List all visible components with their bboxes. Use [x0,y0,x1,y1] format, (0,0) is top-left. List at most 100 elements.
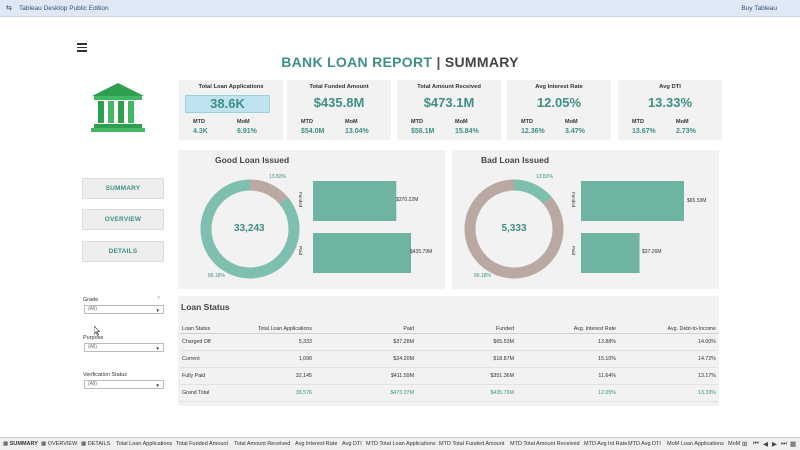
report-title-sub: SUMMARY [444,54,519,70]
table-cell: 5,333 [298,339,312,345]
table-grand-total-row[interactable]: Grand Total 38,576 $473.07M $435.76M 12.… [180,385,718,402]
tab-mtd-avg-dti[interactable]: MTD Avg DTI [628,441,661,447]
tab-details[interactable]: ▦ DETAILS [81,441,110,447]
column-header[interactable]: Paid [403,326,414,332]
tableau-logo-icon: ⇆ [6,5,12,12]
bad-loan-pct-major: 86.18% [474,273,491,279]
kpi-mtd-value: 4.3K [193,128,208,135]
tab-avg-interest-rate[interactable]: Avg Interest Rate [295,441,337,447]
column-header[interactable]: Loan Status [182,326,210,332]
filter-help-icon[interactable]: ? [157,296,160,302]
filter-select-grade[interactable]: (All) ▼ [84,305,164,314]
table-cell: Current [182,356,200,362]
tab-overview[interactable]: ▦ OVERVIEW [41,441,77,447]
column-header[interactable]: Avg. Interest Rate [574,326,616,332]
table-cell: Charged Off [182,339,211,345]
filter-select-verification-status[interactable]: (All) ▼ [84,380,164,389]
tab-total-loan-applications[interactable]: Total Loan Applications [116,441,172,447]
kpi-value: 38.6K [185,95,270,113]
tab-mom[interactable]: MoM [728,441,740,447]
table-cell: $37.28M [393,339,414,345]
loan-status-table: Loan Status Total Loan Applications Paid… [180,324,718,402]
column-header[interactable]: Funded [496,326,514,332]
table-cell: 12.05% [598,390,616,396]
kpi-mtd-label: MTD [521,119,533,125]
tab-total-funded-amount[interactable]: Total Funded Amount [176,441,228,447]
table-cell: $351.36M [490,373,514,379]
next-tab-icon[interactable]: ▶ [772,440,777,448]
tab-mtd-total-funded-amount[interactable]: MTD Total Funded Amount [439,441,504,447]
buy-tableau-link[interactable]: Buy Tableau [741,5,777,12]
kpi-title: Total Amount Received [417,84,481,90]
bad-loan-slice-bad[interactable] [513,179,552,205]
kpi-mom-value: 2.73% [676,128,696,135]
good-loan-bar-paid[interactable] [313,233,411,273]
nav-overview-button[interactable]: OVERVIEW [82,209,164,230]
first-tab-icon[interactable]: ⏮ [753,440,759,448]
tab-avg-dti[interactable]: Avg DTI [342,441,362,447]
kpi-total-funded-amount[interactable]: Total Funded Amount $435.8M MTD MoM $54.… [287,80,391,140]
grid-view-icon[interactable]: ▦ [790,440,796,448]
table-cell: $435.76M [490,390,514,396]
nav-details-button[interactable]: DETAILS [82,241,164,262]
table-cell: $473.07M [390,390,414,396]
kpi-mom-label: MoM [676,119,689,125]
nav-summary-button[interactable]: SUMMARY [82,178,164,199]
table-row[interactable]: Charged Off 5,333 $37.28M $65.53M 13.88%… [180,334,718,351]
chevron-down-icon: ▼ [155,383,160,388]
good-loan-bar-value-funded: $370.22M [396,197,419,203]
table-row[interactable]: Fully Paid 32,145 $411.59M $351.36M 11.6… [180,368,718,385]
tab-mtd-avg-int-rate[interactable]: MTD Avg Int Rate [584,441,627,447]
bad-loan-panel: Bad Loan Issued 5,333 13.82% 86.18% Fund… [452,150,719,289]
new-sheet-icon[interactable]: ⊞ [742,440,747,448]
title-bar: ⇆ Tableau Desktop Public Edition Buy Tab… [0,0,800,17]
bad-loan-bar-value-funded: $65.53M [687,198,707,204]
filter-select-purpose[interactable]: (All) ▼ [84,343,164,352]
kpi-title: Avg DTI [659,84,681,90]
kpi-mtd-value: $58.1M [411,128,435,135]
kpi-total-amount-received[interactable]: Total Amount Received $473.1M MTD MoM $5… [397,80,501,140]
bad-loan-bar-label-paid: Paid [571,246,576,256]
kpi-avg-dti[interactable]: Avg DTI 13.33% MTD MoM 13.67% 2.73% [618,80,722,140]
bad-loan-bar-paid[interactable] [581,233,640,273]
chevron-down-icon: ▼ [155,308,160,313]
kpi-mtd-label: MTD [632,119,644,125]
kpi-avg-interest-rate[interactable]: Avg Interest Rate 12.05% MTD MoM 12.36% … [507,80,611,140]
kpi-mtd-value: $54.0M [301,128,325,135]
kpi-mom-label: MoM [345,119,358,125]
tab-total-amount-received[interactable]: Total Amount Received [234,441,290,447]
table-cell: 14.72% [698,356,716,362]
good-loan-pct-major: 86.18% [208,273,225,279]
app-title: Tableau Desktop Public Edition [19,5,109,12]
tab-mtd-total-amount-received[interactable]: MTD Total Amount Received [510,441,580,447]
kpi-title: Total Funded Amount [309,84,369,90]
table-cell: 13.17% [698,373,716,379]
table-cell: Grand Total [182,390,210,396]
sheet-tab-bar: ▦ SUMMARY ▦ OVERVIEW ▦ DETAILS Total Loa… [0,437,800,450]
table-cell: Fully Paid [182,373,206,379]
kpi-value: $473.1M [423,95,475,110]
bad-loan-bar-funded[interactable] [581,181,684,221]
tab-label: DETAILS [87,441,111,447]
table-row[interactable]: Current 1,098 $24.20M $18.87M 15.10% 14.… [180,351,718,368]
good-loan-bar-funded[interactable] [313,181,397,221]
kpi-mom-value: 6.91% [237,128,257,135]
kpi-mom-label: MoM [455,119,468,125]
tab-mtd-total-loan-applications[interactable]: MTD Total Loan Applications [366,441,436,447]
column-header[interactable]: Total Loan Applications [258,326,312,332]
bad-loan-bar-value-paid: $37.26M [642,249,662,255]
hamburger-menu-icon[interactable] [77,43,87,52]
tab-summary[interactable]: ▦ SUMMARY [3,441,38,447]
kpi-mom-value: 3.47% [565,128,585,135]
kpi-total-loan-applications[interactable]: Total Loan Applications 38.6K MTD MoM 4.… [179,80,283,140]
column-header[interactable]: Avg. Debt-to-Income [668,326,716,332]
tab-mom-loan-applications[interactable]: MoM Loan Applications [667,441,724,447]
prev-tab-icon[interactable]: ◀ [763,440,768,448]
kpi-title: Total Loan Applications [198,84,264,90]
good-loan-slice-bad[interactable] [249,179,288,205]
last-tab-icon[interactable]: ⏭ [781,440,787,448]
filter-label-verification-status: Verification Status [83,372,128,378]
good-loan-pct-minor: 13.82% [269,174,286,180]
good-loan-bar-value-paid: $435.79M [410,249,433,255]
table-cell: 1,098 [298,356,312,362]
